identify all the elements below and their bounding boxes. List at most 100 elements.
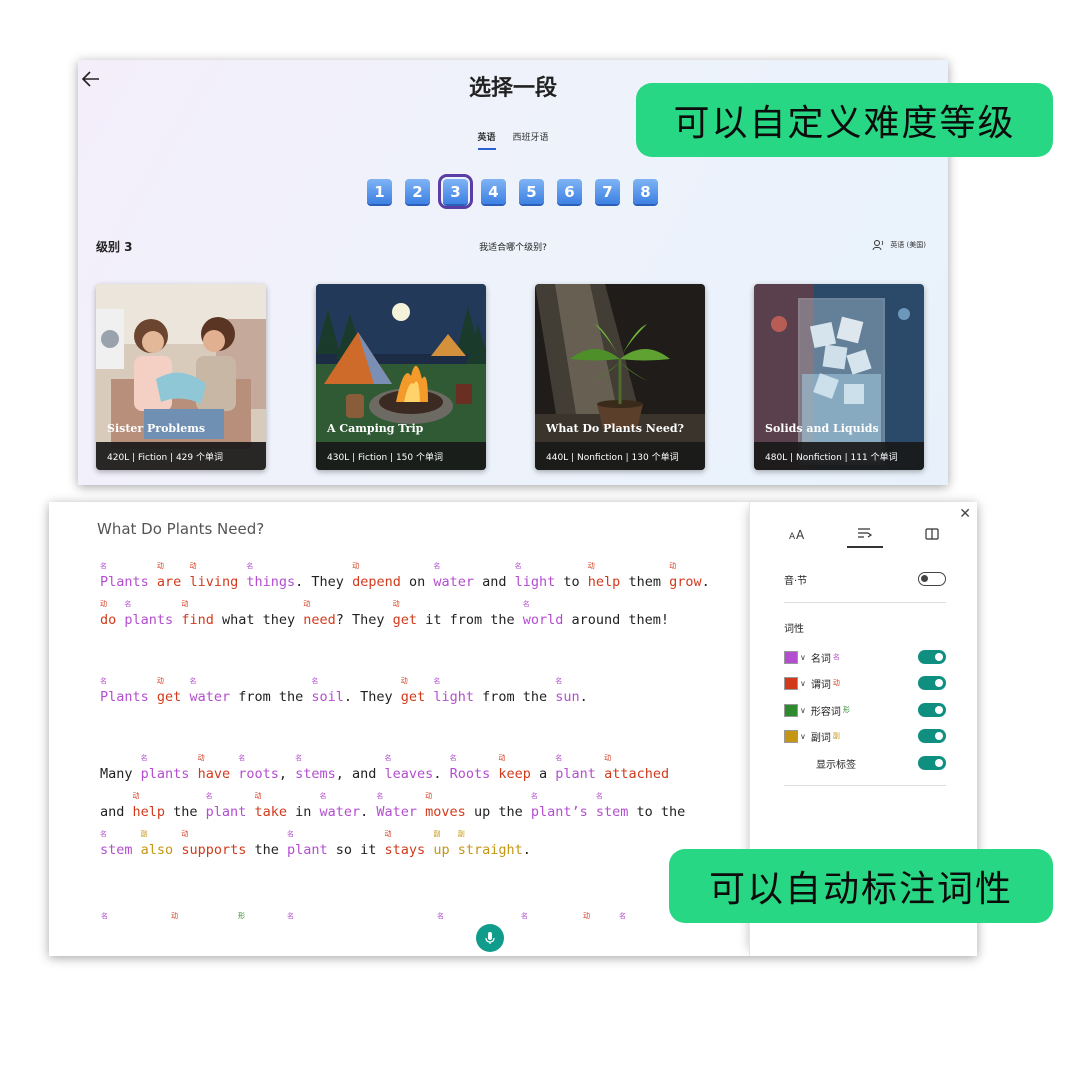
word[interactable]: 名 stem <box>100 831 133 859</box>
word[interactable]: 动 keep <box>498 755 531 783</box>
word[interactable]: 名 plant <box>555 755 596 783</box>
pos-tag: 动 <box>384 830 392 838</box>
syllables-toggle[interactable] <box>918 572 946 586</box>
word[interactable]: 名 plant’s <box>531 793 588 821</box>
level-button-2[interactable]: 2 <box>405 179 430 204</box>
tab-reading-mode[interactable] <box>914 520 950 548</box>
word[interactable]: 名 plant <box>287 831 328 859</box>
color-swatch[interactable] <box>784 676 798 690</box>
word[interactable]: 动 help <box>133 793 166 821</box>
pos-tag: 名 <box>246 562 254 570</box>
pos-tag: 动 <box>583 912 590 920</box>
word[interactable]: 动 living <box>189 563 238 591</box>
level-button-5[interactable]: 5 <box>519 179 544 204</box>
level-help-link[interactable]: 我适合哪个级别? <box>78 240 948 253</box>
tab-english[interactable]: 英语 <box>477 130 496 150</box>
chevron-down-icon[interactable]: ∨ <box>800 706 806 715</box>
word[interactable]: 动 take <box>254 793 287 821</box>
level-button-7[interactable]: 7 <box>595 179 620 204</box>
card-lexile: 480L <box>765 453 788 463</box>
chevron-down-icon[interactable]: ∨ <box>800 653 806 662</box>
verb-toggle[interactable] <box>918 676 946 690</box>
word[interactable]: 名 plants <box>124 601 173 629</box>
word[interactable]: 副 up <box>433 831 449 859</box>
word[interactable]: 名 Plants <box>100 678 149 706</box>
noun-toggle[interactable] <box>918 650 946 664</box>
word[interactable]: 动 supports <box>181 831 246 859</box>
word[interactable]: 名 leaves <box>385 755 434 783</box>
word[interactable]: 动 stays <box>385 831 426 859</box>
word[interactable]: 动 are <box>157 563 181 591</box>
tab-text-size[interactable]: A A <box>780 520 816 548</box>
card-genre: Nonfiction <box>576 453 623 463</box>
level-button-4[interactable]: 4 <box>481 179 506 204</box>
word[interactable]: 动 attached <box>604 755 669 783</box>
word[interactable]: 副 straight <box>458 831 523 859</box>
word[interactable]: 动 moves <box>425 793 466 821</box>
word[interactable]: 副 also <box>141 831 174 859</box>
pos-tag: 动 <box>100 600 107 608</box>
level-button-1[interactable]: 1 <box>367 179 392 204</box>
adjective-toggle[interactable] <box>918 703 946 717</box>
level-button-8[interactable]: 8 <box>633 179 658 204</box>
word[interactable]: 动 grow <box>669 563 702 591</box>
tab-text-preferences[interactable] <box>847 520 883 548</box>
color-swatch[interactable] <box>784 703 798 717</box>
word[interactable]: 名 Water <box>376 793 417 821</box>
close-icon[interactable]: ✕ <box>959 506 971 522</box>
passage-card-solids-liquids[interactable]: Solids and Liquids 480L | Nonfiction | 1… <box>754 284 924 470</box>
pos-tag: 名 <box>514 562 522 570</box>
word[interactable]: 动 get <box>393 601 417 629</box>
microphone-button[interactable] <box>476 924 504 952</box>
color-swatch[interactable] <box>784 729 798 743</box>
pos-tag: 名 <box>433 562 441 570</box>
pos-tag: 名 <box>433 677 441 685</box>
passage-title: What Do Plants Need? <box>97 520 265 538</box>
pos-row-tag: 副 <box>832 732 840 740</box>
word[interactable]: 名 soil <box>311 678 344 706</box>
word[interactable]: 名 plant <box>206 793 247 821</box>
color-swatch[interactable] <box>784 650 798 664</box>
passage-card-plants-need[interactable]: What Do Plants Need? 440L | Nonfiction |… <box>535 284 705 470</box>
svg-text:A: A <box>789 532 796 541</box>
adverb-toggle[interactable] <box>918 729 946 743</box>
word[interactable]: 动 have <box>198 755 231 783</box>
word[interactable]: 名 water <box>433 563 474 591</box>
pos-tag: 动 <box>181 600 189 608</box>
chevron-down-icon[interactable]: ∨ <box>800 732 806 741</box>
word[interactable]: 动 help <box>588 563 621 591</box>
pos-tag: 名 <box>555 677 563 685</box>
word[interactable]: 动 do <box>100 601 116 629</box>
word[interactable]: 名 stems <box>295 755 336 783</box>
pos-tag: 名 <box>189 677 197 685</box>
word[interactable]: 名 light <box>433 678 474 706</box>
word[interactable]: 名 things <box>246 563 295 591</box>
card-genre: Nonfiction <box>795 453 842 463</box>
word[interactable]: 动 get <box>157 678 181 706</box>
word[interactable]: 动 find <box>181 601 214 629</box>
passage-card-sister-problems[interactable]: Sister Problems 420L | Fiction | 429 个单词 <box>96 284 266 470</box>
chevron-down-icon[interactable]: ∨ <box>800 679 806 688</box>
word[interactable]: 名 plants <box>141 755 190 783</box>
pos-tag: 名 <box>238 754 246 762</box>
tab-spanish[interactable]: 西班牙语 <box>512 130 548 148</box>
word[interactable]: 名 Plants <box>100 563 149 591</box>
show-labels-toggle[interactable] <box>918 756 946 770</box>
word[interactable]: 名 Roots <box>450 755 491 783</box>
level-button-3[interactable]: 3 <box>438 174 473 209</box>
word[interactable]: 名 world <box>523 601 564 629</box>
card-genre: Fiction <box>137 453 168 463</box>
card-genre: Fiction <box>357 453 388 463</box>
word[interactable]: 名 light <box>515 563 556 591</box>
word[interactable]: 名 water <box>189 678 230 706</box>
word[interactable]: 名 water <box>319 793 360 821</box>
word[interactable]: 名 stem <box>596 793 629 821</box>
passage-card-camping-trip[interactable]: A Camping Trip 430L | Fiction | 150 个单词 <box>316 284 486 470</box>
word[interactable]: 名 sun <box>555 678 579 706</box>
word[interactable]: 名 roots <box>238 755 279 783</box>
word[interactable]: 动 depend <box>352 563 401 591</box>
word[interactable]: 动 need <box>303 601 336 629</box>
locale-selector[interactable]: 英语 (美国) <box>872 239 926 251</box>
level-button-6[interactable]: 6 <box>557 179 582 204</box>
word[interactable]: 动 get <box>401 678 425 706</box>
